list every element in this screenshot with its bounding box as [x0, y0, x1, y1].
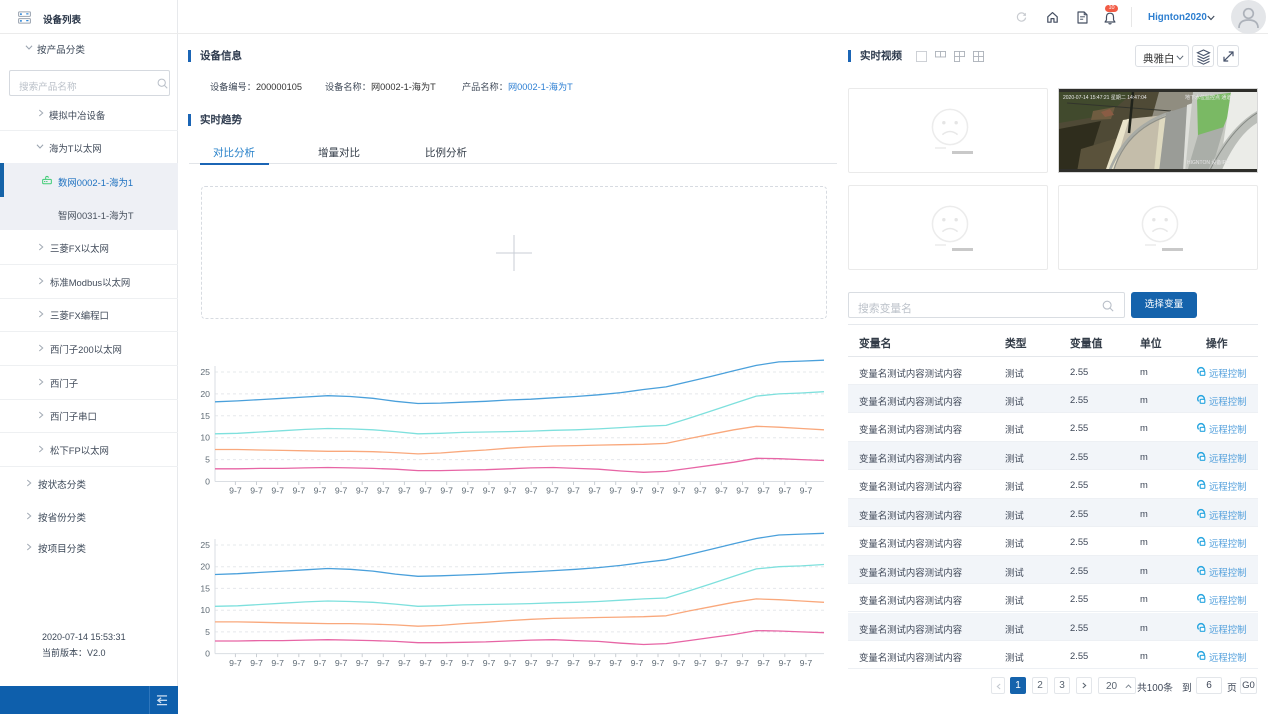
svg-text:9-7: 9-7: [525, 658, 538, 668]
svg-text:5: 5: [205, 455, 210, 465]
svg-text:9-7: 9-7: [377, 658, 390, 668]
svg-text:9-7: 9-7: [440, 658, 453, 668]
svg-text:9-7: 9-7: [652, 486, 665, 496]
svg-text:20: 20: [200, 389, 210, 399]
svg-text:9-7: 9-7: [483, 658, 496, 668]
svg-text:9-7: 9-7: [800, 486, 813, 496]
svg-text:2020-07-14 15:47:21 星期二 14:47:: 2020-07-14 15:47:21 星期二 14:47:04: [1063, 95, 1147, 101]
svg-text:9-7: 9-7: [588, 658, 601, 668]
svg-text:9-7: 9-7: [229, 658, 242, 668]
svg-text:20: 20: [200, 562, 210, 572]
svg-text:9-7: 9-7: [567, 486, 580, 496]
svg-text:9-7: 9-7: [715, 486, 728, 496]
svg-text:9-7: 9-7: [779, 658, 792, 668]
svg-text:9-7: 9-7: [779, 486, 792, 496]
svg-text:9-7: 9-7: [609, 486, 622, 496]
svg-text:9-7: 9-7: [314, 486, 327, 496]
svg-text:9-7: 9-7: [567, 658, 580, 668]
svg-text:0: 0: [205, 649, 210, 659]
svg-text:9-7: 9-7: [694, 658, 707, 668]
svg-text:9-7: 9-7: [293, 486, 306, 496]
svg-text:0: 0: [205, 477, 210, 487]
svg-text:10: 10: [200, 605, 210, 615]
svg-text:10: 10: [200, 433, 210, 443]
svg-text:9-7: 9-7: [314, 658, 327, 668]
svg-text:9-7: 9-7: [356, 658, 369, 668]
svg-text:9-7: 9-7: [588, 486, 601, 496]
svg-text:9-7: 9-7: [631, 486, 644, 496]
svg-text:9-7: 9-7: [694, 486, 707, 496]
svg-text:9-7: 9-7: [335, 486, 348, 496]
svg-text:15: 15: [200, 583, 210, 593]
svg-text:5: 5: [205, 627, 210, 637]
svg-text:9-7: 9-7: [504, 486, 517, 496]
svg-text:9-7: 9-7: [462, 658, 475, 668]
svg-text:25: 25: [200, 540, 210, 550]
svg-text:15: 15: [200, 411, 210, 421]
svg-text:9-7: 9-7: [419, 658, 432, 668]
svg-text:9-7: 9-7: [440, 486, 453, 496]
svg-text:HIGNTON 设备IPC: HIGNTON 设备IPC: [1187, 159, 1230, 166]
svg-text:9-7: 9-7: [673, 658, 686, 668]
svg-text:9-7: 9-7: [250, 486, 263, 496]
svg-text:9-7: 9-7: [757, 486, 770, 496]
svg-text:9-7: 9-7: [377, 486, 390, 496]
svg-text:9-7: 9-7: [419, 486, 432, 496]
svg-text:9-7: 9-7: [271, 486, 284, 496]
svg-text:9-7: 9-7: [652, 658, 665, 668]
svg-text:9-7: 9-7: [398, 658, 411, 668]
svg-text:9-7: 9-7: [736, 658, 749, 668]
svg-text:地下水位监控点 通道01: 地下水位监控点 通道01: [1185, 94, 1237, 101]
svg-text:9-7: 9-7: [356, 486, 369, 496]
svg-text:9-7: 9-7: [293, 658, 306, 668]
svg-text:9-7: 9-7: [398, 486, 411, 496]
svg-text:9-7: 9-7: [546, 658, 559, 668]
svg-text:9-7: 9-7: [229, 486, 242, 496]
svg-text:9-7: 9-7: [271, 658, 284, 668]
svg-text:9-7: 9-7: [546, 486, 559, 496]
svg-text:9-7: 9-7: [800, 658, 813, 668]
svg-text:9-7: 9-7: [250, 658, 263, 668]
svg-text:9-7: 9-7: [736, 486, 749, 496]
svg-text:9-7: 9-7: [462, 486, 475, 496]
svg-text:9-7: 9-7: [631, 658, 644, 668]
svg-text:9-7: 9-7: [335, 658, 348, 668]
svg-text:9-7: 9-7: [673, 486, 686, 496]
svg-text:9-7: 9-7: [757, 658, 770, 668]
svg-text:25: 25: [200, 367, 210, 377]
svg-text:9-7: 9-7: [504, 658, 517, 668]
svg-text:9-7: 9-7: [609, 658, 622, 668]
svg-text:9-7: 9-7: [483, 486, 496, 496]
svg-text:9-7: 9-7: [525, 486, 538, 496]
svg-text:9-7: 9-7: [715, 658, 728, 668]
